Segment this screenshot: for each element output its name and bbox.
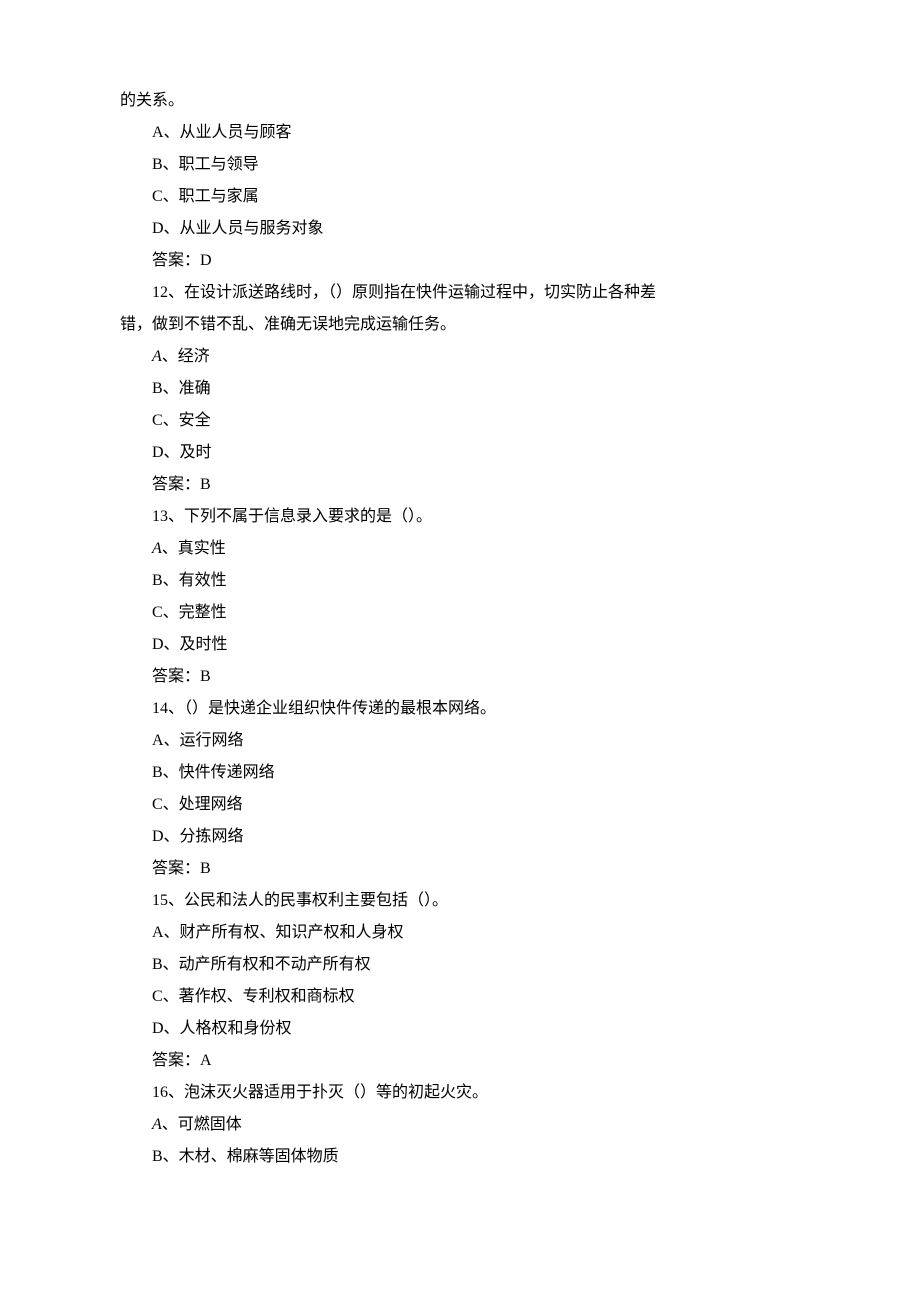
text-line: A、财产所有权、知识产权和人身权 [120, 917, 800, 949]
text-line: D、人格权和身份权 [120, 1013, 800, 1045]
option-letter: A [152, 540, 162, 557]
text-line: A、真实性 [120, 533, 800, 565]
document-content: 的关系。A、从业人员与顾客B、职工与领导C、职工与家属D、从业人员与服务对象答案… [120, 85, 800, 1173]
text-line: A、经济 [120, 341, 800, 373]
text-line: D、及时 [120, 437, 800, 469]
option-letter: A [152, 348, 162, 365]
text-line: 答案：D [120, 245, 800, 277]
text-line: C、完整性 [120, 597, 800, 629]
text-line: C、职工与家属 [120, 181, 800, 213]
text-line: 15、公民和法人的民事权利主要包括（）。 [120, 885, 800, 917]
text-line: 14、（）是快递企业组织快件传递的最根本网络。 [120, 693, 800, 725]
document-page: 的关系。A、从业人员与顾客B、职工与领导C、职工与家属D、从业人员与服务对象答案… [0, 0, 920, 1301]
text-line: C、著作权、专利权和商标权 [120, 981, 800, 1013]
option-text: 、真实性 [162, 540, 226, 557]
text-line: D、从业人员与服务对象 [120, 213, 800, 245]
text-line: C、安全 [120, 405, 800, 437]
text-line: 答案：B [120, 469, 800, 501]
text-line: 12、在设计派送路线时，（）原则指在快件运输过程中，切实防止各种差 [120, 277, 800, 309]
text-line: 答案：A [120, 1045, 800, 1077]
text-line: 答案：B [120, 661, 800, 693]
text-line: B、动产所有权和不动产所有权 [120, 949, 800, 981]
text-line: A、可燃固体 [120, 1109, 800, 1141]
text-line: B、有效性 [120, 565, 800, 597]
text-line: A、运行网络 [120, 725, 800, 757]
text-line: 的关系。 [120, 85, 800, 117]
text-line: 13、下列不属于信息录入要求的是（）。 [120, 501, 800, 533]
text-line: B、准确 [120, 373, 800, 405]
text-line: B、快件传递网络 [120, 757, 800, 789]
option-text: 、可燃固体 [162, 1116, 242, 1133]
text-line: D、及时性 [120, 629, 800, 661]
text-line: 错，做到不错不乱、准确无误地完成运输任务。 [120, 309, 800, 341]
text-line: D、分拣网络 [120, 821, 800, 853]
text-line: C、处理网络 [120, 789, 800, 821]
text-line: B、职工与领导 [120, 149, 800, 181]
option-text: 、经济 [162, 348, 210, 365]
text-line: B、木材、棉麻等固体物质 [120, 1141, 800, 1173]
text-line: 答案：B [120, 853, 800, 885]
option-letter: A [152, 1116, 162, 1133]
text-line: A、从业人员与顾客 [120, 117, 800, 149]
text-line: 16、泡沫灭火器适用于扑灭（）等的初起火灾。 [120, 1077, 800, 1109]
